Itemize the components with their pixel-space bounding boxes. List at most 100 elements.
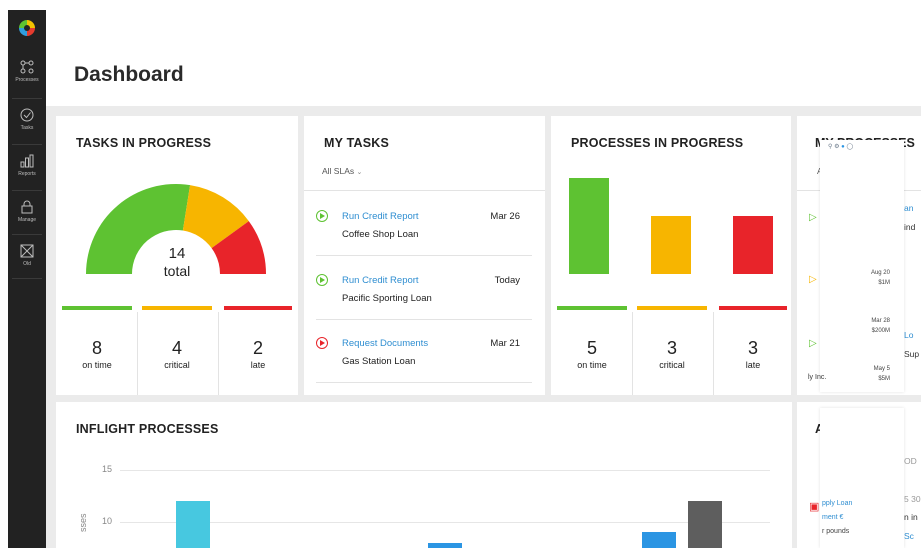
reports-icon: [20, 154, 34, 168]
stat-value: 4: [171, 338, 182, 358]
stat-label: critical: [164, 360, 190, 370]
stat-late[interactable]: 3 late: [719, 338, 787, 370]
stat-label: late: [250, 360, 266, 370]
stat-label: late: [745, 360, 761, 370]
play-icon[interactable]: ▷: [809, 274, 817, 285]
stat-value: 2: [252, 338, 263, 358]
process-bar-on-time[interactable]: [569, 178, 609, 274]
task-name-link[interactable]: Run Credit Report: [342, 275, 419, 286]
sidebar-item-label: Tasks: [20, 125, 34, 131]
popup-amount: $1M: [878, 280, 890, 286]
y-axis-label: sses: [78, 513, 88, 532]
settings-icon[interactable]: ⚙: [834, 144, 839, 150]
play-icon[interactable]: [316, 274, 328, 286]
play-icon[interactable]: ▷: [809, 212, 817, 223]
main-canvas: Dashboard TASKS IN PROGRESS 14 total 8 o…: [46, 10, 921, 548]
old-icon: [20, 244, 34, 258]
popup-date: Aug 20: [870, 270, 890, 276]
popup-panel-lower: pply Loan ment € r pounds: [820, 408, 904, 548]
task-item[interactable]: Run Credit Report Mar 26 Coffee Shop Loa…: [304, 192, 548, 256]
gauge-total-label: total: [163, 263, 191, 279]
fragment-text: r pounds: [822, 528, 850, 535]
sidebar-item-reports[interactable]: Reports: [8, 148, 46, 190]
popup-row[interactable]: Mar 28 $200M: [871, 316, 890, 336]
tasks-in-progress-card[interactable]: TASKS IN PROGRESS 14 total 8 on time 4 c…: [56, 116, 298, 395]
fragment-text: n in: [904, 512, 918, 522]
inflight-bar[interactable]: [688, 501, 722, 548]
nav-divider: [12, 190, 42, 191]
popup-date: Mar 28: [871, 318, 890, 324]
fragment-link[interactable]: pply Loan: [822, 500, 852, 507]
task-subject: Gas Station Loan: [342, 356, 416, 367]
sidebar-item-manage[interactable]: Manage: [8, 194, 46, 236]
dashboard-grid: TASKS IN PROGRESS 14 total 8 on time 4 c…: [46, 106, 921, 548]
stat-value: 3: [666, 338, 677, 358]
play-icon[interactable]: [316, 337, 328, 349]
on-time-bar: [557, 306, 627, 310]
app-logo[interactable]: [19, 20, 35, 36]
fragment-link[interactable]: Lo: [904, 330, 913, 340]
task-item[interactable]: Request Documents Mar 21 Gas Station Loa…: [304, 319, 548, 383]
stat-critical[interactable]: 4 critical: [142, 338, 212, 370]
stat-on-time[interactable]: 5 on time: [557, 338, 627, 370]
play-icon[interactable]: ▷: [809, 338, 817, 349]
sidebar-item-tasks[interactable]: Tasks: [8, 102, 46, 144]
alert-icon[interactable]: ▣: [809, 500, 819, 513]
user-icon[interactable]: ◯: [846, 144, 853, 150]
tasks-icon: [20, 108, 34, 122]
gridline: [120, 522, 770, 523]
task-date: Today: [494, 275, 520, 286]
chevron-down-icon: ⌄: [356, 169, 363, 176]
inflight-bar[interactable]: [428, 542, 462, 548]
late-bar: [719, 306, 787, 310]
y-tick-label: 15: [101, 464, 112, 474]
fragment-text: Sup: [904, 349, 920, 359]
popup-row[interactable]: May 5 $5M: [874, 364, 890, 384]
stat-on-time[interactable]: 8 on time: [62, 338, 132, 370]
stat-divider: [137, 312, 138, 395]
process-bar-late[interactable]: [733, 216, 773, 274]
stat-divider: [632, 312, 633, 395]
inflight-bar[interactable]: [642, 532, 676, 548]
stat-label: critical: [659, 360, 685, 370]
fragment-link[interactable]: ment €: [822, 514, 843, 521]
task-name-link[interactable]: Request Documents: [342, 338, 428, 349]
stat-critical[interactable]: 3 critical: [637, 338, 707, 370]
on-time-bar: [62, 306, 132, 310]
help-icon[interactable]: ●: [841, 144, 845, 150]
sla-filter-dropdown[interactable]: All SLAs ⌄: [322, 166, 362, 176]
stat-value: 3: [747, 338, 758, 358]
card-title: INFLIGHT PROCESSES: [76, 422, 219, 436]
fragment-text: OD: [904, 456, 917, 466]
stat-divider: [713, 312, 714, 395]
fragment-text: 5 30: [904, 494, 921, 504]
task-item[interactable]: Run Credit Report Today Pacific Sporting…: [304, 256, 548, 320]
popup-row[interactable]: Aug 20 $1M: [871, 268, 890, 288]
sidebar-item-old[interactable]: Old: [8, 238, 46, 280]
sidebar-item-processes[interactable]: Processes: [8, 54, 46, 96]
process-bar-critical[interactable]: [651, 216, 691, 274]
stat-value: 5: [586, 338, 597, 358]
stat-late[interactable]: 2 late: [224, 338, 292, 370]
critical-bar: [142, 306, 212, 310]
processes-in-progress-card[interactable]: PROCESSES IN PROGRESS 5 on time 3 critic…: [551, 116, 791, 395]
fragment-text: ind: [904, 222, 916, 232]
stat-label: on time: [577, 360, 607, 370]
page-title: Dashboard: [74, 63, 184, 86]
my-tasks-card: MY TASKS All SLAs ⌄ Run Credit Report Ma…: [304, 116, 545, 395]
nav-divider: [12, 98, 42, 99]
fragment-link[interactable]: an: [904, 203, 913, 213]
divider: [304, 190, 545, 191]
popup-list: Aug 20 $1M Mar 28 $200M May 5 $5M: [820, 206, 904, 392]
popup-amount: $200M: [871, 328, 890, 334]
inflight-bar[interactable]: [176, 501, 210, 548]
fragment-link[interactable]: Sc: [904, 531, 914, 541]
sidebar: Processes Tasks Reports Manage Old: [8, 10, 46, 548]
stat-label: on time: [82, 360, 112, 370]
card-title: MY TASKS: [324, 136, 390, 150]
search-icon[interactable]: ⚲: [828, 144, 832, 150]
task-name-link[interactable]: Run Credit Report: [342, 211, 419, 222]
gauge-total-value: 14: [168, 245, 186, 262]
play-icon[interactable]: [316, 210, 328, 222]
late-bar: [224, 306, 292, 310]
